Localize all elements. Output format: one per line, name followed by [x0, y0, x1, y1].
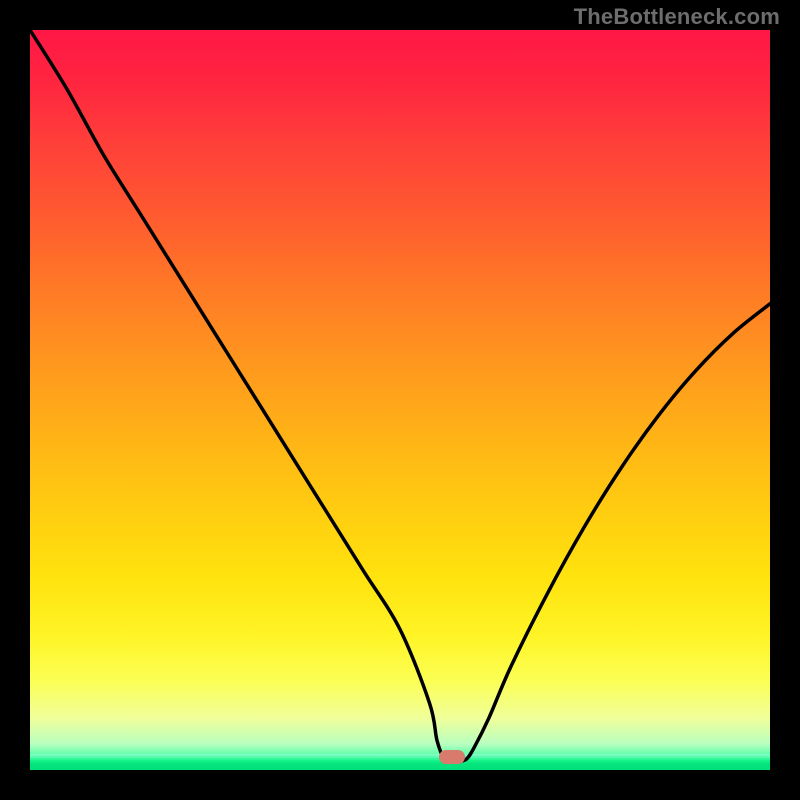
optimal-marker [439, 750, 465, 764]
watermark-text: TheBottleneck.com [574, 4, 780, 30]
chart-stage: TheBottleneck.com [0, 0, 800, 800]
bottleneck-curve [30, 30, 770, 770]
